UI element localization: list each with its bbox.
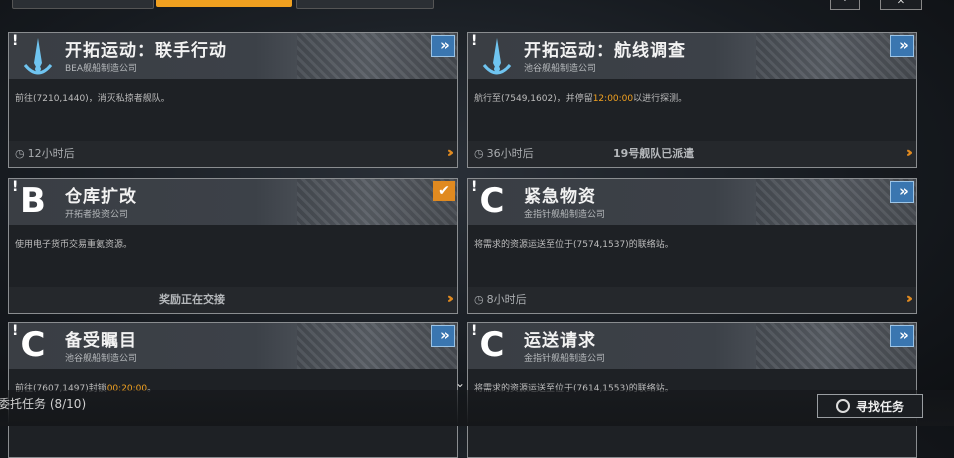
mission-title: 备受瞩目	[65, 331, 137, 351]
mission-desc: 将需求的资源运送至位于(7574,1537)的联络站。	[474, 237, 674, 250]
info-button[interactable]: ·	[830, 0, 860, 10]
mission-card[interactable]: ! C 紧急物资 金指针舰船制造公司 » 将需求的资源运送至位于(7574,15…	[467, 178, 917, 314]
mission-title: 开拓运动：航线调查	[524, 41, 686, 61]
card-footer	[468, 287, 916, 313]
double-chevron-icon: »	[440, 36, 450, 54]
double-chevron-icon: »	[440, 326, 450, 344]
mission-card[interactable]: ! 开拓运动：航线调查 池谷舰船制造公司 » 航行至(7549,1602)，并停…	[467, 32, 917, 168]
checkmark-icon: ✔	[438, 183, 450, 199]
fleet-icon	[23, 38, 53, 75]
timer-text: 12小时后	[27, 147, 75, 160]
mission-company: 开拓者投资公司	[65, 210, 129, 220]
desc-text: 前往(7210,1440)，消灭私掠者舰队。	[15, 94, 170, 104]
complete-button[interactable]: ✔	[433, 181, 455, 201]
triple-chevron-icon: ›››	[446, 145, 455, 161]
mission-desc: 前往(7210,1440)，消灭私掠者舰队。	[15, 91, 170, 104]
close-icon: ✕	[896, 0, 906, 7]
search-icon	[835, 399, 850, 413]
double-chevron-icon: »	[899, 326, 909, 344]
mission-company: 金指针舰船制造公司	[524, 354, 606, 364]
mission-desc: 使用电子货币交易重氦资源。	[15, 237, 132, 250]
mission-company: 池谷舰船制造公司	[524, 64, 597, 74]
fleet-icon	[482, 38, 512, 75]
mission-title: 紧急物资	[524, 187, 596, 207]
mission-card[interactable]: ! B 仓库扩改 开拓者投资公司 ✔ 使用电子货币交易重氦资源。 奖励正在交接 …	[8, 178, 458, 314]
top-tab-bar	[0, 0, 954, 9]
card-footer	[9, 287, 457, 313]
mission-title: 仓库扩改	[65, 187, 137, 207]
mission-company: 金指针舰船制造公司	[524, 210, 606, 220]
scroll-down-icon[interactable]: ⌄	[455, 376, 465, 390]
expand-button[interactable]: »	[890, 35, 914, 57]
desc-text: 航行至(7549,1602)，并停留	[474, 94, 593, 104]
mission-company: 池谷舰船制造公司	[65, 354, 138, 364]
clock-icon: ◷	[474, 146, 484, 160]
double-chevron-icon: »	[899, 182, 909, 200]
grade-badge: C	[479, 325, 505, 365]
tab-1[interactable]	[12, 0, 154, 9]
mission-timer: ◷ 36小时后	[474, 145, 534, 161]
mission-title: 开拓运动：联手行动	[65, 41, 227, 61]
find-mission-label: 寻找任务	[855, 399, 904, 414]
tab-3[interactable]	[296, 0, 434, 9]
triple-chevron-icon: ›››	[446, 291, 455, 307]
timer-text: 36小时后	[486, 147, 534, 160]
mission-timer: ◷ 8小时后	[474, 291, 527, 307]
expand-button[interactable]: »	[431, 325, 455, 347]
mission-desc: 航行至(7549,1602)，并停留12:00:00以进行探测。	[474, 91, 687, 104]
mission-count: 委托任务 (8/10)	[0, 397, 87, 411]
grade-badge: B	[20, 181, 46, 221]
timer-text: 8小时后	[486, 293, 527, 306]
desc-highlight: 12:00:00	[592, 94, 634, 104]
clock-icon: ◷	[474, 292, 484, 306]
mission-status: 19号舰队已派遣	[613, 147, 695, 160]
desc-text: 使用电子货币交易重氦资源。	[15, 240, 133, 250]
desc-text-end: 以进行探测。	[633, 94, 688, 104]
close-button[interactable]: ✕	[880, 0, 922, 10]
mission-title: 运送请求	[524, 331, 596, 351]
tab-2-active[interactable]	[156, 0, 292, 7]
expand-button[interactable]: »	[890, 325, 914, 347]
mission-card[interactable]: ! 开拓运动：联手行动 BEA舰船制造公司 » 前往(7210,1440)，消灭…	[8, 32, 458, 168]
mission-company: BEA舰船制造公司	[65, 64, 138, 74]
desc-text: 将需求的资源运送至位于(7574,1537)的联络站。	[474, 240, 674, 250]
expand-button[interactable]: »	[431, 35, 455, 57]
expand-button[interactable]: »	[890, 181, 914, 203]
card-footer	[9, 141, 457, 167]
clock-icon: ◷	[15, 146, 25, 160]
grade-badge: C	[20, 325, 46, 365]
grade-badge: C	[479, 181, 505, 221]
double-chevron-icon: »	[899, 36, 909, 54]
mission-timer: ◷ 12小时后	[15, 145, 75, 161]
find-mission-button[interactable]: 寻找任务	[817, 394, 923, 418]
bottom-bar	[0, 390, 954, 426]
mission-status: 奖励正在交接	[159, 293, 225, 306]
triple-chevron-icon: ›››	[905, 145, 914, 161]
triple-chevron-icon: ›››	[905, 291, 914, 307]
